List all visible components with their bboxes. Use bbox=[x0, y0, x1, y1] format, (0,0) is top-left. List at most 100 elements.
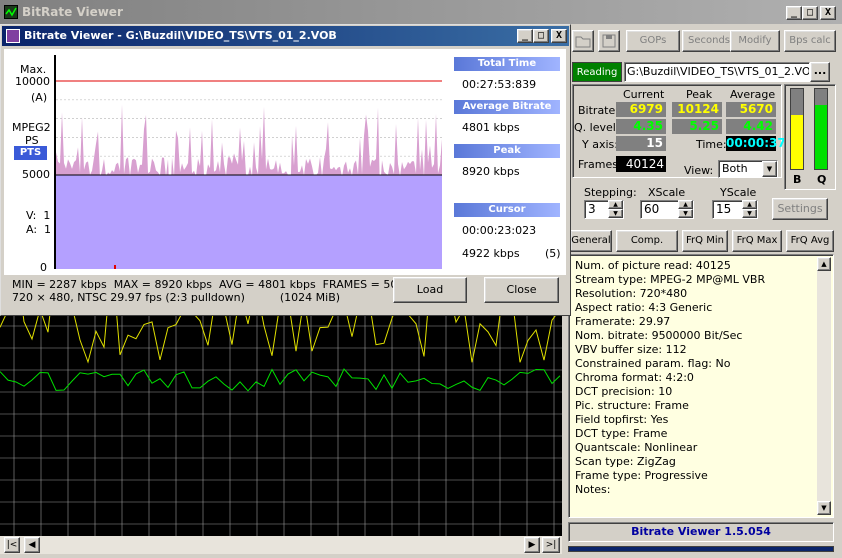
tab-general[interactable]: General bbox=[570, 230, 612, 252]
tab-comp-ratio[interactable]: Comp. Ratio bbox=[616, 230, 678, 266]
info-line: Quantscale: Nonlinear bbox=[575, 441, 698, 454]
b-meter-label: B bbox=[793, 173, 802, 186]
bitrate-current: 6979 bbox=[616, 102, 666, 117]
avg-bitrate-header: Average Bitrate bbox=[454, 100, 560, 114]
info-line: Framerate: 29.97 bbox=[575, 315, 671, 328]
info-line: Nom. bitrate: 9500000 Bit/Sec bbox=[575, 329, 743, 342]
view-select-value: Both bbox=[722, 162, 748, 175]
pts-badge[interactable]: PTS bbox=[14, 146, 47, 160]
minimize-button[interactable]: _ bbox=[786, 6, 802, 20]
dialog-title-bar[interactable]: Bitrate Viewer - G:\Buzdil\VIDEO_TS\VTS_… bbox=[2, 26, 569, 46]
dialog-title: Bitrate Viewer - G:\Buzdil\VIDEO_TS\VTS_… bbox=[24, 29, 337, 42]
up-arrow-icon[interactable]: ▲ bbox=[608, 200, 623, 209]
save-button[interactable] bbox=[598, 30, 620, 52]
summary-line-1: MIN = 2287 kbps MAX = 8920 kbps AVG = 48… bbox=[12, 278, 419, 291]
xscale-label: XScale bbox=[648, 186, 686, 199]
info-line: Num. of picture read: 40125 bbox=[575, 259, 731, 272]
bitrate-average: 5670 bbox=[726, 102, 776, 117]
scroll-last-button[interactable]: >| bbox=[542, 537, 560, 553]
load-button[interactable]: Load bbox=[393, 277, 467, 303]
seconds-button[interactable]: Seconds bbox=[682, 30, 736, 52]
axis-10000-label: 10000 bbox=[15, 75, 50, 88]
info-scrollbar[interactable]: ▲ ▼ bbox=[817, 257, 831, 515]
axis-v-label: V: 1 bbox=[26, 209, 51, 222]
peak-value: 8920 kbps bbox=[462, 165, 520, 178]
info-line: Frame type: Progressive bbox=[575, 469, 708, 482]
open-folder-button[interactable] bbox=[572, 30, 594, 52]
info-line: DCT type: Frame bbox=[575, 427, 668, 440]
q-meter bbox=[814, 88, 828, 170]
tab-frq-max[interactable]: FrQ Max bbox=[732, 230, 782, 252]
scroll-left-button[interactable]: ◀ bbox=[24, 537, 40, 553]
tab-frq-min[interactable]: FrQ Min bbox=[682, 230, 728, 252]
dialog-maximize-button[interactable]: □ bbox=[533, 29, 549, 43]
browse-button[interactable]: ... bbox=[810, 62, 830, 82]
bps-calc-button[interactable]: Bps calc bbox=[784, 30, 836, 52]
b-meter-fill bbox=[791, 114, 803, 169]
bitrate-label: Bitrate: bbox=[578, 104, 619, 117]
bitrate-dialog: Bitrate Viewer - G:\Buzdil\VIDEO_TS\VTS_… bbox=[0, 24, 571, 316]
b-meter bbox=[790, 88, 804, 170]
dialog-close-button[interactable]: X bbox=[551, 29, 567, 43]
xscale-stepper[interactable]: ▲ ▼ bbox=[678, 200, 693, 219]
frames-value: 40124 bbox=[616, 156, 666, 172]
dialog-graph-panel: Max. 10000 (A) MPEG2 PS PTS 5000 V: 1 A:… bbox=[4, 49, 566, 275]
time-value: 00:00:37 bbox=[726, 136, 786, 151]
maximize-button[interactable]: □ bbox=[802, 6, 818, 20]
version-label: Bitrate Viewer 1.5.054 bbox=[568, 522, 834, 542]
scroll-up-button[interactable]: ▲ bbox=[817, 257, 831, 271]
tabs-bar: General Comp. Ratio FrQ Min FrQ Max FrQ … bbox=[568, 228, 840, 266]
info-line: Aspect ratio: 4:3 Generic bbox=[575, 301, 713, 314]
settings-button[interactable]: Settings bbox=[772, 198, 828, 220]
scroll-right-button[interactable]: ▶ bbox=[524, 537, 540, 553]
qlevel-current: 4.35 bbox=[616, 119, 666, 134]
down-arrow-icon[interactable]: ▼ bbox=[742, 209, 757, 218]
dialog-minimize-button[interactable]: _ bbox=[517, 29, 533, 43]
stepping-label: Stepping: bbox=[584, 186, 637, 199]
bitrate-trace bbox=[0, 368, 561, 392]
up-arrow-icon[interactable]: ▲ bbox=[678, 200, 693, 209]
col-current-header: Current bbox=[623, 88, 665, 101]
modify-button[interactable]: Modify bbox=[730, 30, 780, 52]
axis-0-label: 0 bbox=[40, 261, 47, 274]
bitrate-peak: 10124 bbox=[672, 102, 722, 117]
folder-icon bbox=[575, 36, 591, 48]
progress-bar bbox=[568, 546, 834, 552]
close-dialog-button[interactable]: Close bbox=[484, 277, 559, 303]
time-label: Time: bbox=[696, 138, 727, 151]
col-peak-header: Peak bbox=[686, 88, 713, 101]
summary-line-2: 720 × 480, NTSC 29.97 fps (2:3 pulldown)… bbox=[12, 291, 341, 304]
yscale-label: YScale bbox=[720, 186, 757, 199]
down-arrow-icon[interactable]: ▼ bbox=[678, 209, 693, 218]
disk-icon bbox=[602, 34, 616, 48]
stepping-stepper[interactable]: ▲ ▼ bbox=[608, 200, 623, 219]
q-meter-label: Q bbox=[817, 173, 827, 186]
horizontal-scrollbar[interactable]: |< ◀ ▶ >| bbox=[0, 536, 562, 554]
main-title-bar[interactable]: BitRate Viewer _ □ X bbox=[0, 0, 842, 24]
axis-mpeg2-label: MPEG2 bbox=[12, 121, 51, 134]
right-panel: GOPs Seconds Modify Bps calc Reading G:\… bbox=[566, 26, 842, 558]
col-average-header: Average bbox=[730, 88, 776, 101]
yscale-stepper[interactable]: ▲ ▼ bbox=[742, 200, 757, 219]
info-line: Pic. structure: Frame bbox=[575, 399, 689, 412]
cursor-index-value: (5) bbox=[545, 247, 561, 260]
yaxis-label: Y axis: bbox=[582, 138, 618, 151]
close-button[interactable]: X bbox=[820, 6, 836, 20]
info-line: Chroma format: 4:2:0 bbox=[575, 371, 694, 384]
view-label: View: bbox=[684, 164, 714, 177]
gops-button[interactable]: GOPs bbox=[626, 30, 680, 52]
chevron-down-icon[interactable]: ▼ bbox=[762, 161, 777, 177]
up-arrow-icon[interactable]: ▲ bbox=[742, 200, 757, 209]
total-time-value: 00:27:53:839 bbox=[462, 78, 537, 91]
scroll-first-button[interactable]: |< bbox=[4, 537, 20, 553]
dialog-bitrate-graph[interactable] bbox=[54, 55, 442, 269]
scroll-down-button[interactable]: ▼ bbox=[817, 501, 831, 515]
info-list: Num. of picture read: 40125 Stream type: … bbox=[575, 259, 815, 497]
tab-frq-avg[interactable]: FrQ Avg bbox=[786, 230, 834, 252]
info-line: Scan type: ZigZag bbox=[575, 455, 676, 468]
info-line: DCT precision: 10 bbox=[575, 385, 673, 398]
down-arrow-icon[interactable]: ▼ bbox=[608, 209, 623, 218]
avg-bitrate-value: 4801 kbps bbox=[462, 121, 520, 134]
view-select[interactable]: Both ▼ bbox=[718, 160, 778, 178]
file-path-field[interactable]: G:\Buzdil\VIDEO_TS\VTS_01_2.VOB bbox=[624, 62, 810, 82]
